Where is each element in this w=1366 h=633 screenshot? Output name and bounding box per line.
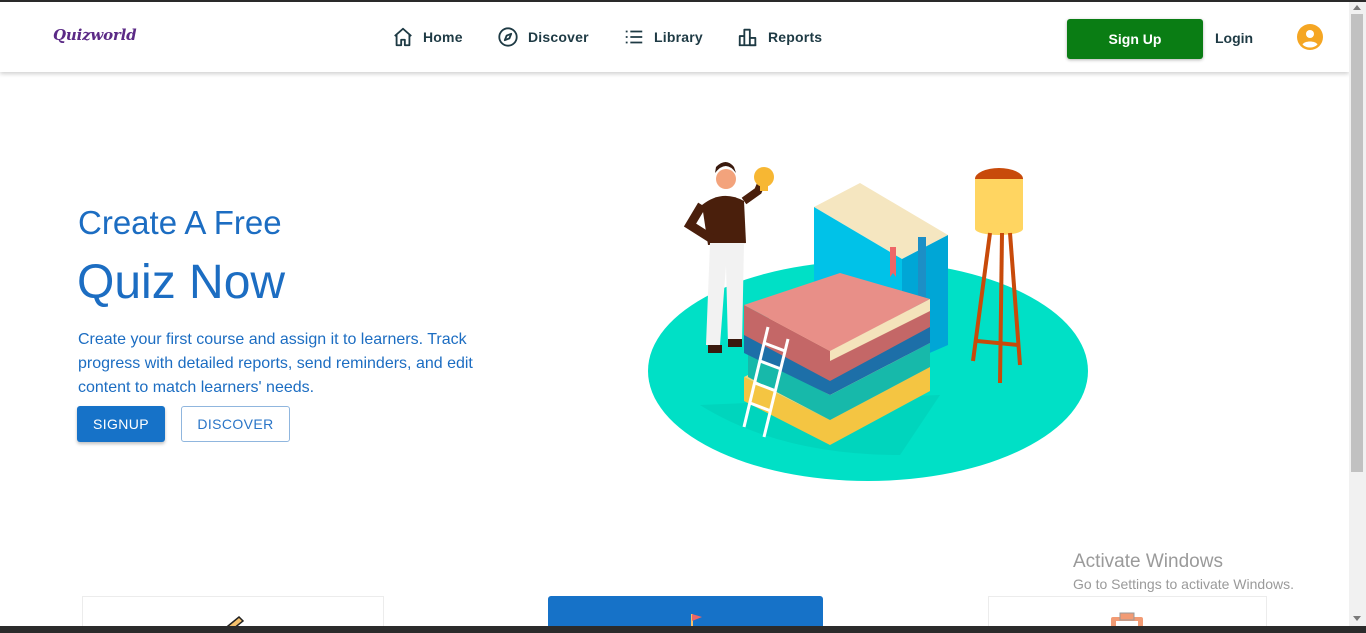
- activate-windows-watermark: Activate Windows Go to Settings to activ…: [1073, 551, 1294, 592]
- login-link[interactable]: Login: [1215, 30, 1253, 46]
- list-icon: [625, 30, 643, 44]
- scroll-down-arrow-icon[interactable]: [1353, 616, 1361, 621]
- hero-signup-button[interactable]: SIGNUP: [77, 406, 165, 442]
- brand-logo[interactable]: Quizworld: [53, 26, 137, 44]
- scroll-up-arrow-icon[interactable]: [1353, 5, 1361, 10]
- nav-discover[interactable]: Discover: [497, 26, 589, 48]
- window-bottom-border: [0, 626, 1366, 633]
- hero-subtitle: Create A Free: [78, 204, 282, 241]
- compass-icon: [498, 27, 518, 47]
- nav-reports[interactable]: Reports: [737, 26, 822, 48]
- nav-library[interactable]: Library: [623, 26, 703, 48]
- home-icon: [394, 27, 412, 47]
- nav-reports-label: Reports: [768, 29, 823, 45]
- top-navbar: Quizworld Home Discover Library Reports …: [0, 2, 1349, 72]
- nav-library-label: Library: [654, 29, 703, 45]
- hero-description: Create your first course and assign it t…: [78, 331, 473, 396]
- scroll-thumb[interactable]: [1351, 14, 1363, 472]
- hero-discover-button[interactable]: DISCOVER: [181, 406, 290, 442]
- bar-chart-icon: [738, 28, 757, 47]
- nav-home[interactable]: Home: [392, 26, 463, 48]
- sign-up-button[interactable]: Sign Up: [1067, 19, 1203, 59]
- nav-discover-label: Discover: [528, 29, 589, 45]
- books-illustration: [648, 162, 1088, 481]
- hero-title: Quiz Now: [77, 256, 286, 309]
- watermark-line2: Go to Settings to activate Windows.: [1073, 576, 1294, 592]
- watermark-line1: Activate Windows: [1073, 551, 1223, 572]
- vertical-scrollbar[interactable]: [1349, 2, 1366, 626]
- user-circle-icon[interactable]: [1297, 24, 1323, 50]
- nav-home-label: Home: [423, 29, 463, 45]
